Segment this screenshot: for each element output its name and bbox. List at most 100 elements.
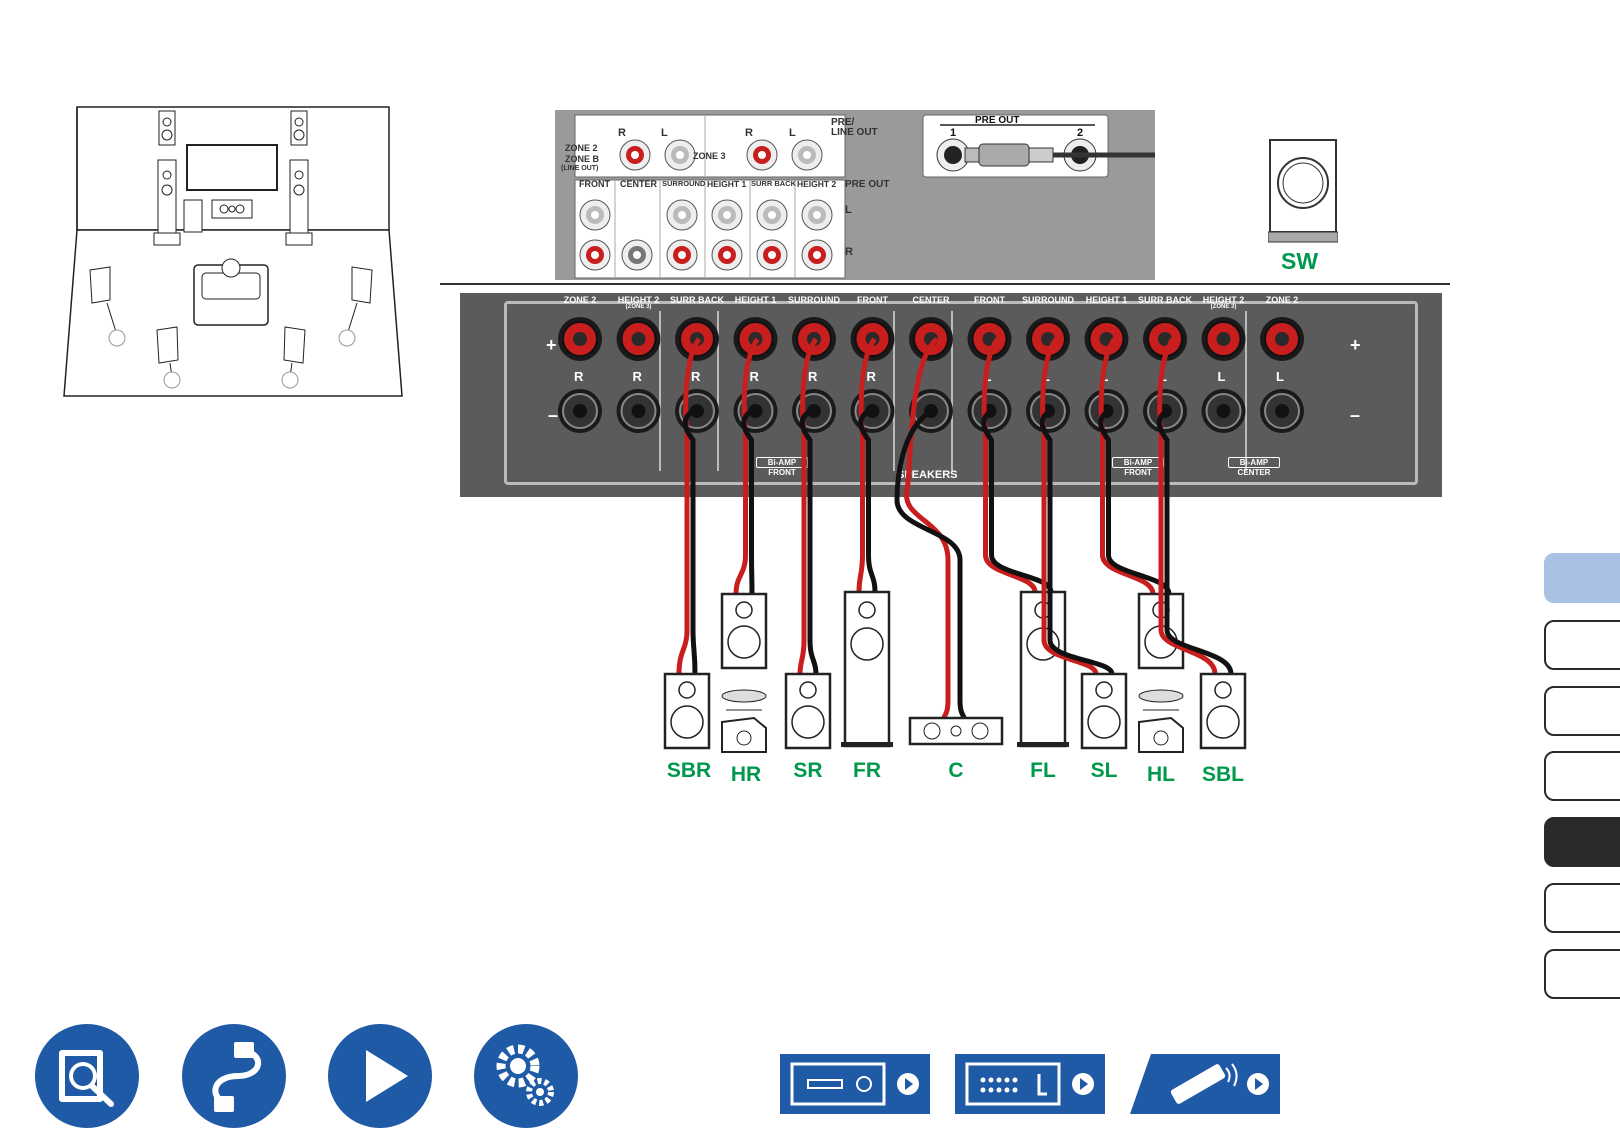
terminal-frame bbox=[504, 301, 1418, 485]
speaker-fr-woofer bbox=[850, 627, 884, 661]
terminal-channel-label: CENTER bbox=[912, 295, 950, 305]
terminal-side-label: R bbox=[749, 369, 759, 384]
terminal-channel-label: FRONT bbox=[974, 295, 1005, 305]
playback-icon bbox=[366, 1050, 408, 1102]
terminal-side-label: R bbox=[808, 369, 818, 384]
speaker-fr-base bbox=[841, 742, 893, 747]
terminal-channel-label: FRONT bbox=[857, 295, 888, 305]
pre-line-out-label-2: LINE OUT bbox=[831, 127, 878, 138]
col-center: CENTER bbox=[620, 179, 658, 189]
front-panel-icon bbox=[790, 1062, 919, 1106]
terminal-side-label: L bbox=[1276, 369, 1284, 384]
col-height2: HEIGHT 2 bbox=[797, 179, 837, 189]
setup-button[interactable] bbox=[474, 1024, 578, 1128]
speaker-hl-atmos-module-driver bbox=[1153, 730, 1169, 746]
front-panel-button[interactable] bbox=[780, 1054, 930, 1114]
speaker-label-c: C bbox=[948, 759, 964, 782]
speaker-label-fr: FR bbox=[853, 759, 881, 782]
speaker-sbr-tweeter bbox=[678, 681, 696, 699]
speaker-c-woofer-left bbox=[923, 722, 941, 740]
speaker-hr-atmos-module-driver bbox=[736, 730, 752, 746]
speaker-hl-tweeter bbox=[1152, 601, 1170, 619]
pre-out-panel: R L R L ZONE 2 ZONE B (LINE OUT) ZONE 3 … bbox=[555, 110, 1175, 280]
speaker-sbl bbox=[1199, 672, 1247, 750]
speakers-label: SPEAKERS bbox=[897, 469, 958, 481]
speaker-sbl-tweeter bbox=[1214, 681, 1232, 699]
zone2-label: ZONE 2 bbox=[565, 143, 598, 153]
side-tab-3[interactable] bbox=[1544, 686, 1620, 736]
side-tab-6[interactable] bbox=[1544, 883, 1620, 933]
side-tab-2[interactable] bbox=[1544, 620, 1620, 670]
speaker-sbr-woofer bbox=[670, 705, 704, 739]
terminal-channel-label: SURROUND bbox=[787, 295, 840, 305]
col-surround: SURROUND bbox=[662, 179, 706, 188]
terminal-side-label: R bbox=[574, 369, 584, 384]
speaker-hr bbox=[720, 592, 768, 670]
zone2-l-label: L bbox=[661, 127, 668, 139]
terminal-side-label: L bbox=[1100, 369, 1109, 384]
speaker-terminal-panel: ZONE 2 R HEIGHT 2 (ZONE 3) R SURR BACK R HEIGHT… bbox=[460, 293, 1442, 497]
speaker-sr-woofer bbox=[791, 705, 825, 739]
zoneb-label: ZONE B bbox=[565, 154, 600, 164]
terminal-side-label: L bbox=[1042, 369, 1050, 384]
biamp-label: Bi-AMP bbox=[1228, 457, 1280, 468]
pre-out-header: PRE OUT bbox=[975, 115, 1020, 126]
line-out-label: (LINE OUT) bbox=[561, 165, 599, 172]
row-l-label: L bbox=[845, 204, 852, 216]
speaker-hr-atmos-module bbox=[721, 716, 767, 753]
rear-panel-icon bbox=[965, 1062, 1094, 1106]
panel-divider bbox=[440, 283, 1450, 285]
speaker-fl-woofer bbox=[1026, 627, 1060, 661]
speaker-hr-woofer bbox=[727, 625, 761, 659]
terminal-side-label: R bbox=[632, 369, 642, 384]
speaker-c-woofer-right bbox=[971, 722, 989, 740]
biamp-label: Bi-AMP bbox=[1112, 457, 1164, 468]
speaker-label-sbl: SBL bbox=[1202, 763, 1244, 786]
side-tab-1[interactable] bbox=[1544, 553, 1620, 603]
side-tab-4[interactable] bbox=[1544, 751, 1620, 801]
biamp-label: Bi-AMP bbox=[756, 457, 808, 468]
biamp-front-badge-r: Bi-AMP FRONT bbox=[756, 457, 808, 477]
speaker-hr-tweeter bbox=[735, 601, 753, 619]
speaker-fl bbox=[1019, 590, 1067, 748]
speaker-c bbox=[908, 716, 1004, 746]
terminal-channel-label: HEIGHT 1 bbox=[1085, 295, 1128, 305]
speaker-sl-woofer bbox=[1087, 705, 1121, 739]
side-tab-5[interactable] bbox=[1544, 817, 1620, 867]
speaker-fl-base bbox=[1017, 742, 1069, 747]
terminal-channel-label: SURROUND bbox=[1021, 295, 1074, 305]
pre-out-label: PRE OUT bbox=[845, 179, 890, 190]
biamp-front-label: FRONT bbox=[768, 468, 796, 477]
zone3-sub-label: (ZONE 3) bbox=[625, 304, 652, 310]
speaker-sl-tweeter bbox=[1095, 681, 1113, 699]
remote-button[interactable] bbox=[1130, 1054, 1280, 1114]
playback-button[interactable] bbox=[328, 1024, 432, 1128]
contents-icon bbox=[59, 1050, 114, 1107]
pre-out-2-label: 2 bbox=[1077, 127, 1084, 139]
terminal-channel-label: ZONE 2 bbox=[563, 295, 597, 305]
speaker-sr bbox=[784, 672, 832, 750]
speaker-c-tweeter bbox=[950, 725, 962, 737]
terminal-side-label: R bbox=[691, 369, 701, 384]
speaker-sbl-woofer bbox=[1206, 705, 1240, 739]
terminal-side-label: L bbox=[983, 369, 992, 384]
biamp-center-badge: Bi-AMP CENTER bbox=[1228, 457, 1280, 477]
biamp-front-label: FRONT bbox=[1124, 468, 1152, 477]
subwoofer-label: SW bbox=[1281, 248, 1319, 274]
col-surr-back: SURR BACK bbox=[751, 179, 796, 188]
pre-out-1-label: 1 bbox=[950, 127, 957, 139]
contents-button[interactable] bbox=[35, 1024, 139, 1128]
connections-button[interactable] bbox=[182, 1024, 286, 1128]
speaker-sr-tweeter bbox=[799, 681, 817, 699]
plus-right: + bbox=[1350, 335, 1361, 355]
terminal-channel-label: HEIGHT 1 bbox=[734, 295, 777, 305]
rear-panel-button[interactable] bbox=[955, 1054, 1105, 1114]
minus-left: – bbox=[548, 405, 559, 425]
terminal-channel-label: SURR BACK bbox=[670, 295, 724, 305]
zone3-l-label: L bbox=[789, 127, 796, 139]
side-tab-7[interactable] bbox=[1544, 949, 1620, 999]
speaker-hl-atmos-disc bbox=[1138, 689, 1184, 703]
zone3-sub-label: (ZONE 3) bbox=[1210, 304, 1237, 310]
speaker-hr-atmos-disc bbox=[721, 689, 767, 703]
col-front: FRONT bbox=[579, 179, 610, 189]
